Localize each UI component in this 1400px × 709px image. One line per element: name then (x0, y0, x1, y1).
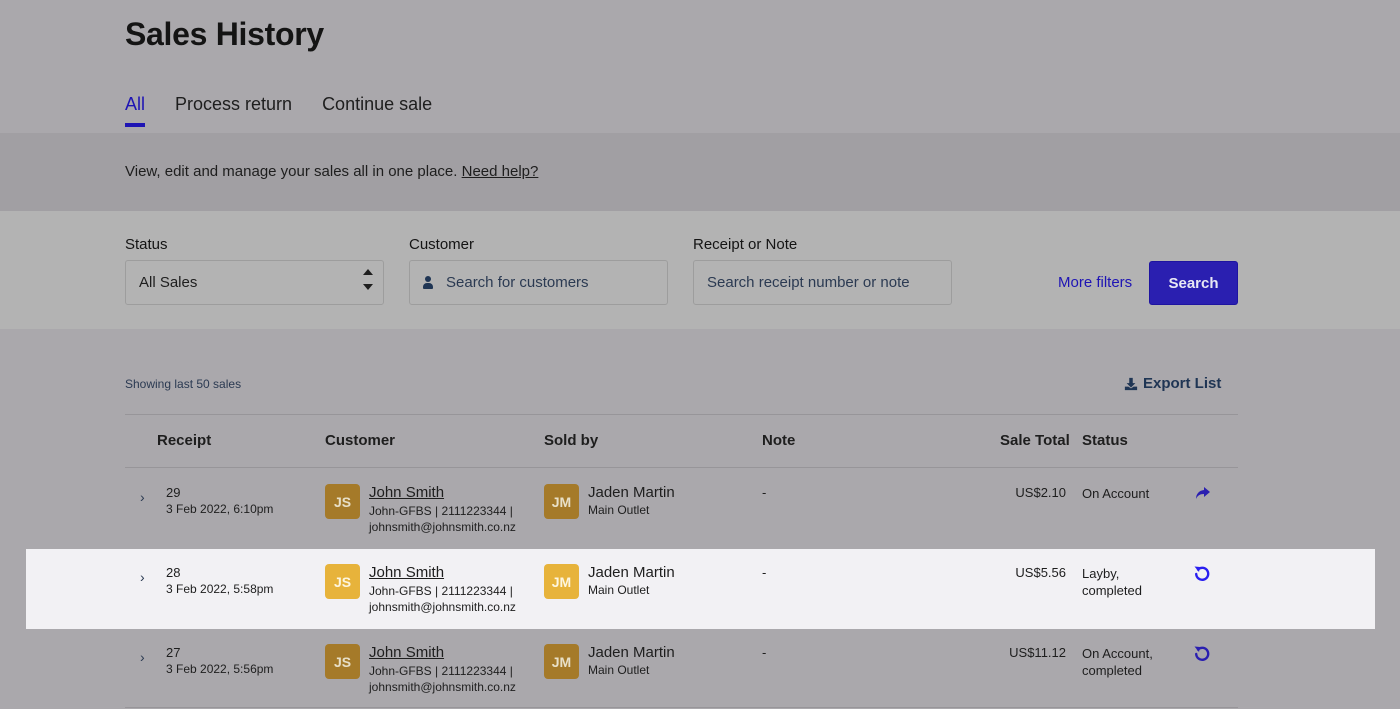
search-button[interactable]: Search (1149, 261, 1238, 305)
export-list-button[interactable]: Export List (1124, 375, 1221, 392)
receipt-label: Receipt or Note (693, 236, 798, 253)
tab-process-return[interactable]: Process return (175, 94, 292, 127)
sale-total: US$2.10 (1015, 485, 1066, 500)
table-row[interactable]: › 27 3 Feb 2022, 5:56pm JS John Smith Jo… (125, 629, 1238, 709)
sale-total: US$11.12 (1009, 645, 1066, 660)
expand-chevron-icon[interactable]: › (140, 649, 145, 665)
sale-total: US$5.56 (1015, 565, 1066, 580)
customer-code-phone: John-GFBS | 2111223344 | (369, 584, 513, 598)
customer-label: Customer (409, 236, 475, 253)
column-header-sale-total: Sale Total (1000, 432, 1070, 449)
table-row-divider (125, 707, 1238, 708)
table-top-divider (125, 414, 1238, 415)
person-icon (422, 275, 434, 290)
column-header-status: Status (1082, 432, 1128, 449)
customer-details: John-GFBS | 2111223344 | johnsmith@johns… (369, 503, 516, 535)
seller-location: Main Outlet (588, 583, 650, 597)
customer-name-link[interactable]: John Smith (369, 564, 444, 581)
more-filters-link[interactable]: More filters (1058, 274, 1132, 291)
tab-bar: All Process return Continue sale (125, 94, 432, 127)
customer-email: johnsmith@johnsmith.co.nz (369, 600, 516, 614)
receipt-date: 3 Feb 2022, 5:56pm (166, 662, 274, 676)
seller-location: Main Outlet (588, 503, 650, 517)
customer-avatar: JS (325, 484, 360, 519)
showing-count: Showing last 50 sales (125, 377, 242, 391)
receipt-number: 29 (166, 485, 181, 500)
status-select-value: All Sales (139, 274, 198, 291)
column-header-customer: Customer (325, 432, 396, 449)
page-title: Sales History (125, 16, 324, 52)
column-header-receipt: Receipt (157, 432, 212, 449)
description-text: View, edit and manage your sales all in … (125, 163, 458, 180)
undo-return-icon[interactable] (1193, 564, 1211, 582)
page-description: View, edit and manage your sales all in … (125, 163, 538, 180)
column-header-sold-by: Sold by (544, 432, 599, 449)
seller-location: Main Outlet (588, 663, 650, 677)
seller-avatar: JM (544, 484, 579, 519)
table-row-highlighted[interactable]: › 28 3 Feb 2022, 5:58pm JS John Smith Jo… (26, 549, 1375, 629)
customer-name-link[interactable]: John Smith (369, 644, 444, 661)
column-header-note: Note (762, 432, 796, 449)
table-header-divider (125, 467, 1238, 468)
export-list-label: Export List (1143, 375, 1222, 392)
receipt-search-placeholder: Search receipt number or note (707, 274, 910, 291)
customer-email: johnsmith@johnsmith.co.nz (369, 680, 516, 694)
seller-avatar: JM (544, 644, 579, 679)
expand-chevron-icon[interactable]: › (140, 569, 145, 585)
sale-status: On Account, completed (1082, 646, 1153, 678)
receipt-search-input[interactable]: Search receipt number or note (693, 260, 952, 305)
receipt-date: 3 Feb 2022, 5:58pm (166, 582, 274, 596)
undo-return-icon[interactable] (1193, 644, 1211, 662)
sale-note: - (762, 485, 767, 500)
customer-avatar: JS (325, 564, 360, 599)
customer-code-phone: John-GFBS | 2111223344 | (369, 664, 513, 678)
sale-note: - (762, 565, 767, 580)
table-row[interactable]: › 29 3 Feb 2022, 6:10pm JS John Smith Jo… (125, 469, 1238, 549)
customer-avatar: JS (325, 644, 360, 679)
seller-name: Jaden Martin (588, 564, 675, 581)
customer-search-placeholder: Search for customers (446, 274, 589, 291)
seller-name: Jaden Martin (588, 644, 675, 661)
customer-details: John-GFBS | 2111223344 | johnsmith@johns… (369, 583, 516, 615)
sale-note: - (762, 645, 767, 660)
customer-details: John-GFBS | 2111223344 | johnsmith@johns… (369, 663, 516, 695)
sale-status: On Account (1082, 486, 1150, 501)
select-stepper-icon (363, 269, 373, 290)
receipt-date: 3 Feb 2022, 6:10pm (166, 502, 274, 516)
download-icon (1124, 377, 1138, 390)
expand-chevron-icon[interactable]: › (140, 489, 145, 505)
status-select[interactable]: All Sales (125, 260, 384, 305)
customer-search-input[interactable]: Search for customers (409, 260, 668, 305)
sale-status: Layby, completed (1082, 566, 1142, 598)
customer-name-link[interactable]: John Smith (369, 484, 444, 501)
tab-continue-sale[interactable]: Continue sale (322, 94, 432, 127)
receipt-number: 28 (166, 565, 181, 580)
customer-email: johnsmith@johnsmith.co.nz (369, 520, 516, 534)
tab-all[interactable]: All (125, 94, 146, 127)
seller-name: Jaden Martin (588, 484, 675, 501)
need-help-link[interactable]: Need help? (462, 163, 539, 180)
customer-code-phone: John-GFBS | 2111223344 | (369, 504, 513, 518)
seller-avatar: JM (544, 564, 579, 599)
receipt-number: 27 (166, 645, 181, 660)
share-forward-icon[interactable] (1193, 484, 1211, 502)
status-label: Status (125, 236, 168, 253)
